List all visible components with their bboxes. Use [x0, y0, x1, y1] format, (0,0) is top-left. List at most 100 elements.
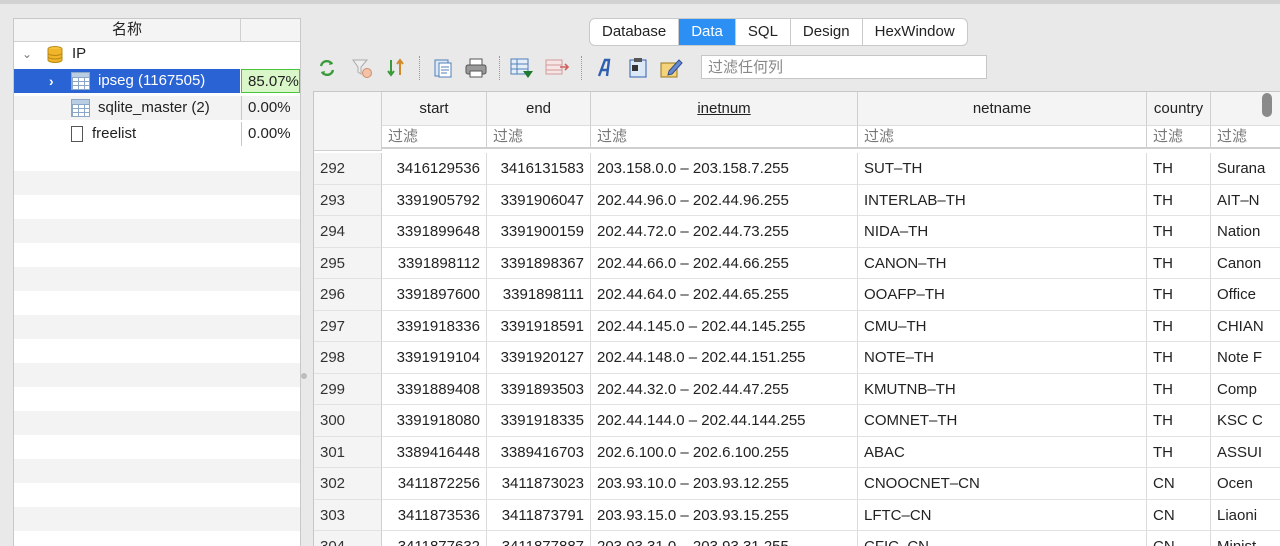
cell-country[interactable]: CN: [1147, 499, 1211, 531]
sort-icon[interactable]: [383, 54, 409, 82]
cell-netname[interactable]: CFIC–CN: [858, 531, 1147, 546]
cell-end[interactable]: 3391898111: [487, 279, 591, 311]
cell-netname[interactable]: NOTE–TH: [858, 342, 1147, 374]
cell-end[interactable]: 3411873791: [487, 499, 591, 531]
cell-descr[interactable]: KSC C: [1211, 405, 1280, 437]
table-row[interactable]: 300 3391918080 3391918335 202.44.144.0 – 20…: [314, 405, 1280, 437]
cell-netname[interactable]: SUT–TH: [858, 153, 1147, 185]
cell-country[interactable]: TH: [1147, 342, 1211, 374]
cell-descr[interactable]: Surana: [1211, 153, 1280, 185]
cell-country[interactable]: TH: [1147, 279, 1211, 311]
tab-design[interactable]: Design: [791, 19, 863, 45]
cell-netname[interactable]: KMUTNB–TH: [858, 373, 1147, 405]
cell-start[interactable]: 3391897600: [382, 279, 487, 311]
row-number[interactable]: 295: [314, 247, 382, 279]
cell-end[interactable]: 3411877887: [487, 531, 591, 546]
tree-header-name[interactable]: 名称: [14, 19, 241, 41]
cell-start[interactable]: 3411877632: [382, 531, 487, 546]
cell-inetnum[interactable]: 202.44.64.0 – 202.44.65.255: [591, 279, 858, 311]
cell-inetnum[interactable]: 202.44.32.0 – 202.44.47.255: [591, 373, 858, 405]
row-number[interactable]: 293: [314, 184, 382, 216]
cell-country[interactable]: TH: [1147, 373, 1211, 405]
cell-inetnum[interactable]: 202.44.66.0 – 202.44.66.255: [591, 247, 858, 279]
cell-inetnum[interactable]: 202.6.100.0 – 202.6.100.255: [591, 436, 858, 468]
cell-start[interactable]: 3389416448: [382, 436, 487, 468]
collapse-chevron-icon[interactable]: ⌄: [22, 42, 32, 66]
edit-icon[interactable]: [658, 54, 684, 82]
print-icon[interactable]: [463, 54, 489, 82]
cell-netname[interactable]: CANON–TH: [858, 247, 1147, 279]
table-row[interactable]: 301 3389416448 3389416703 202.6.100.0 – 202…: [314, 436, 1280, 468]
row-number[interactable]: 296: [314, 279, 382, 311]
cell-netname[interactable]: LFTC–CN: [858, 499, 1147, 531]
tree-item-freelist[interactable]: freelist 0.00%: [14, 122, 300, 146]
row-number[interactable]: 304: [314, 531, 382, 546]
cell-descr[interactable]: Liaoni: [1211, 500, 1280, 531]
tab-hexwindow[interactable]: HexWindow: [863, 19, 967, 45]
cell-inetnum[interactable]: 203.93.10.0 – 203.93.12.255: [591, 468, 858, 500]
clear-filter-icon[interactable]: [349, 54, 375, 82]
cell-descr[interactable]: CHIAN: [1211, 311, 1280, 342]
cell-country[interactable]: TH: [1147, 153, 1211, 185]
row-number[interactable]: 298: [314, 342, 382, 374]
table-row[interactable]: 303 3411873536 3411873791 203.93.15.0 – 203…: [314, 499, 1280, 531]
cell-end[interactable]: 3411873023: [487, 468, 591, 500]
export-icon[interactable]: [509, 54, 535, 82]
cell-descr[interactable]: Comp: [1211, 374, 1280, 405]
cell-netname[interactable]: INTERLAB–TH: [858, 184, 1147, 216]
cell-inetnum[interactable]: 203.93.15.0 – 203.93.15.255: [591, 499, 858, 531]
filter-country-input[interactable]: [1147, 126, 1210, 147]
table-row[interactable]: 302 3411872256 3411873023 203.93.10.0 – 203…: [314, 468, 1280, 500]
cell-start[interactable]: 3391905792: [382, 184, 487, 216]
tab-sql[interactable]: SQL: [736, 19, 791, 45]
vertical-scrollbar-thumb[interactable]: [1262, 93, 1272, 117]
filter-start-input[interactable]: [382, 126, 486, 147]
row-number[interactable]: 301: [314, 436, 382, 468]
table-row[interactable]: 30434118776323411877887203.93.31.0 – 203…: [314, 531, 1280, 546]
cell-inetnum[interactable]: 202.44.145.0 – 202.44.145.255: [591, 310, 858, 342]
cell-descr[interactable]: Nation: [1211, 216, 1280, 248]
expand-chevron-icon[interactable]: ›: [49, 69, 54, 93]
cell-country[interactable]: TH: [1147, 436, 1211, 468]
cell-inetnum[interactable]: 202.44.72.0 – 202.44.73.255: [591, 216, 858, 248]
cell-inetnum[interactable]: 203.158.0.0 – 203.158.7.255: [591, 153, 858, 185]
table-row[interactable]: 294 3391899648 3391900159 202.44.72.0 – 202…: [314, 216, 1280, 248]
clipboard-icon[interactable]: [625, 54, 651, 82]
cell-descr[interactable]: Note F: [1211, 342, 1280, 374]
cell-descr[interactable]: Ocen: [1211, 468, 1280, 500]
cell-country[interactable]: TH: [1147, 216, 1211, 248]
filter-any-column-input[interactable]: [701, 55, 987, 79]
cell-start[interactable]: 3391898112: [382, 247, 487, 279]
refresh-icon[interactable]: [314, 54, 340, 82]
cell-descr[interactable]: ASSUI: [1211, 437, 1280, 468]
table-row[interactable]: 297 3391918336 3391918591 202.44.145.0 – 20…: [314, 310, 1280, 342]
cell-end[interactable]: 3389416703: [487, 436, 591, 468]
cell-country[interactable]: TH: [1147, 405, 1211, 437]
table-row[interactable]: 292 3416129536 3416131583 203.158.0.0 – 203…: [314, 153, 1280, 185]
cell-inetnum[interactable]: 202.44.148.0 – 202.44.151.255: [591, 342, 858, 374]
cell-start[interactable]: 3416129536: [382, 153, 487, 185]
tab-data[interactable]: Data: [679, 19, 736, 45]
row-number[interactable]: 300: [314, 405, 382, 437]
cell-start[interactable]: 3391899648: [382, 216, 487, 248]
grid-corner[interactable]: [314, 92, 382, 151]
tree-item-sqlite-master[interactable]: sqlite_master (2) 0.00%: [14, 96, 300, 120]
cell-end[interactable]: 3391906047: [487, 184, 591, 216]
cell-end[interactable]: 3391918335: [487, 405, 591, 437]
cell-end[interactable]: 3416131583: [487, 153, 591, 185]
pane-splitter-handle[interactable]: [301, 373, 307, 379]
row-number[interactable]: 299: [314, 373, 382, 405]
cell-country[interactable]: TH: [1147, 247, 1211, 279]
row-number[interactable]: 294: [314, 216, 382, 248]
row-number[interactable]: 292: [314, 153, 382, 185]
import-icon[interactable]: [544, 54, 570, 82]
cell-start[interactable]: 3411872256: [382, 468, 487, 500]
cell-descr[interactable]: Minist: [1211, 531, 1280, 546]
cell-descr[interactable]: Canon: [1211, 248, 1280, 279]
cell-end[interactable]: 3391900159: [487, 216, 591, 248]
cell-inetnum[interactable]: 202.44.144.0 – 202.44.144.255: [591, 405, 858, 437]
column-header-inetnum[interactable]: inetnum: [591, 92, 858, 125]
cell-netname[interactable]: NIDA–TH: [858, 216, 1147, 248]
filter-netname-input[interactable]: [858, 126, 1146, 147]
filter-inetnum-input[interactable]: [591, 126, 857, 147]
